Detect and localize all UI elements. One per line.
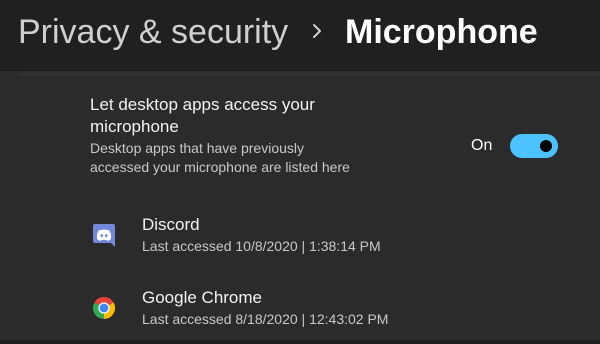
last-accessed-discord: Last accessed 10/8/2020 | 1:38:14 PM: [142, 238, 381, 254]
chrome-icon: [92, 296, 116, 319]
toggle-knob: [540, 140, 552, 152]
toggle-state-label: On: [471, 137, 493, 154]
desktop-apps-panel: Let desktop apps access your microphone …: [0, 70, 600, 340]
app-row-chrome: Google Chrome Last accessed 8/18/2020 | …: [0, 284, 600, 344]
app-name-discord: Discord: [142, 215, 200, 234]
chevron-right-icon: [313, 24, 321, 38]
app-row-discord: Discord Last accessed 10/8/2020 | 1:38:1…: [0, 211, 600, 271]
page-title: Microphone: [345, 13, 538, 51]
desktop-access-toggle[interactable]: [510, 134, 558, 158]
last-accessed-chrome: Last accessed 8/18/2020 | 12:43:02 PM: [142, 311, 389, 327]
panel-divider: [18, 71, 600, 78]
app-name-chrome: Google Chrome: [142, 288, 263, 307]
breadcrumb-privacy-security[interactable]: Privacy & security: [18, 10, 288, 54]
desktop-access-description: Desktop apps that have previously access…: [90, 140, 350, 175]
desktop-access-title: Let desktop apps access your microphone: [90, 95, 315, 136]
settings-header: Privacy & security Microphone: [0, 0, 600, 66]
discord-icon: [93, 224, 115, 247]
